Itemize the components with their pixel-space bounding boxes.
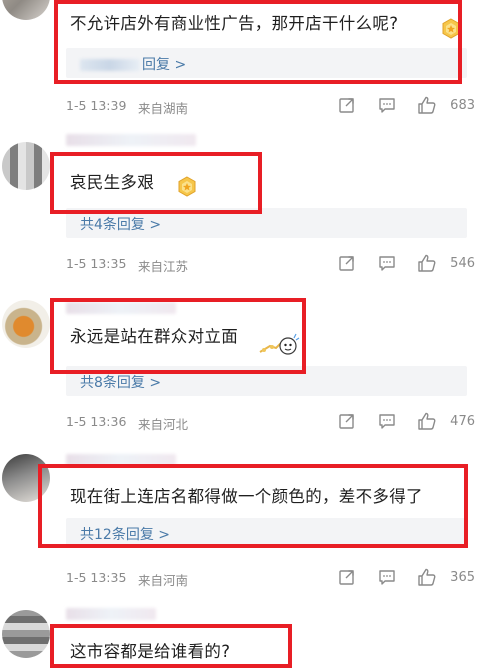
avatar[interactable] [2,300,50,348]
highlight-box [54,0,462,84]
avatar[interactable] [2,142,50,190]
comment-icon[interactable] [378,412,396,430]
comment-location: 来自湖南 [138,101,189,116]
comment-icon[interactable] [378,96,396,114]
share-icon[interactable] [338,568,356,586]
comment-meta: 1-5 13:36 来自河北 476 [66,412,475,432]
thumbs-up-icon[interactable] [417,96,437,114]
like-count: 683 [450,98,475,113]
comment-time: 1-5 13:35 [66,570,127,585]
comment-time: 1-5 13:36 [66,414,127,429]
comment-location: 来自河北 [138,417,189,432]
thumbs-up-icon[interactable] [417,568,437,586]
comment-time: 1-5 13:35 [66,256,127,271]
comment-meta: 1-5 13:35 来自河南 365 [66,568,475,588]
highlight-box [50,152,262,214]
like-count: 365 [450,570,475,585]
thumbs-up-icon[interactable] [417,412,437,430]
comment-icon[interactable] [378,568,396,586]
share-icon[interactable] [338,254,356,272]
comment-time: 1-5 13:39 [66,98,127,113]
username-blur [66,134,196,146]
like-count: 546 [450,256,475,271]
highlight-box [50,624,292,668]
comment-icon[interactable] [378,254,396,272]
highlight-box [50,298,306,374]
comment-feed: { "comments": [ { "text": "不允许店外有商业性广告，那… [0,0,487,668]
comment-meta: 1-5 13:39 来自湖南 683 [66,96,475,116]
reply-link[interactable]: 共8条回复 > [80,372,161,392]
username-blur [66,608,156,620]
avatar[interactable] [2,0,50,20]
comment-location: 来自河南 [138,573,189,588]
share-icon[interactable] [338,96,356,114]
share-icon[interactable] [338,412,356,430]
highlight-box [38,464,468,548]
reply-link[interactable]: 共4条回复 > [80,214,161,234]
avatar[interactable] [2,610,50,658]
comment-location: 来自江苏 [138,259,189,274]
comment-meta: 1-5 13:35 来自江苏 546 [66,254,475,274]
thumbs-up-icon[interactable] [417,254,437,272]
like-count: 476 [450,414,475,429]
